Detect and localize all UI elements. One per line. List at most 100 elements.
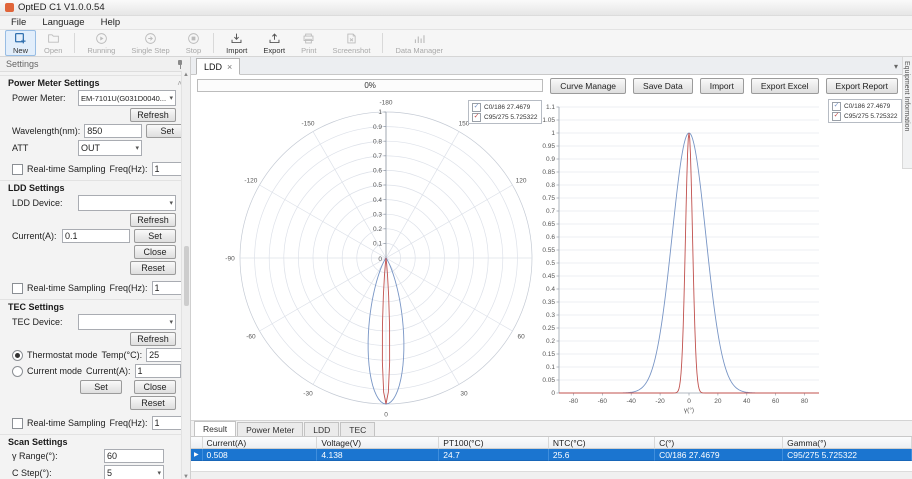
- toolbar-data-manager-button[interactable]: Data Manager: [387, 30, 451, 56]
- svg-text:0.5: 0.5: [546, 260, 555, 267]
- equipment-info-tab[interactable]: Equipment Information: [902, 57, 912, 169]
- ldd-realtime-checkbox[interactable]: [12, 283, 23, 294]
- scrollbar-thumb[interactable]: [184, 246, 189, 306]
- legend-checkbox[interactable]: ✓: [832, 102, 841, 111]
- tec-device-select[interactable]: ▾: [78, 314, 176, 330]
- scan-group-header[interactable]: Scan Settings: [0, 434, 190, 448]
- thermostat-mode-radio[interactable]: [12, 350, 23, 361]
- progress-bar: 0%: [197, 79, 543, 92]
- svg-text:-180: -180: [379, 99, 392, 106]
- toolbar-button-label: Screenshot: [333, 46, 371, 55]
- toolbar-separator: [74, 33, 75, 53]
- export-report-button[interactable]: Export Report: [826, 78, 898, 94]
- current-mode-radio[interactable]: [12, 366, 23, 377]
- tec-close-button[interactable]: Close: [134, 380, 176, 394]
- screenshot-icon: [345, 32, 358, 46]
- tec-realtime-checkbox[interactable]: [12, 418, 23, 429]
- toolbar-export-button[interactable]: Export: [255, 30, 293, 56]
- legend-checkbox[interactable]: ✓: [472, 103, 481, 112]
- legend-checkbox[interactable]: ✓: [472, 113, 481, 122]
- svg-text:-150: -150: [301, 120, 314, 127]
- wavelength-input[interactable]: [84, 124, 142, 138]
- svg-text:0.6: 0.6: [546, 234, 555, 241]
- scan-cstep-label: C Step(°):: [12, 468, 52, 478]
- result-tab-power-meter[interactable]: Power Meter: [237, 422, 303, 436]
- svg-text:0.7: 0.7: [373, 153, 382, 160]
- power-meter-select[interactable]: EM-7101U(G031D0040... ▾: [78, 90, 176, 106]
- chevron-down-icon: ▾: [157, 469, 161, 477]
- ldd-refresh-button[interactable]: Refresh: [130, 213, 176, 227]
- power-meter-refresh-button[interactable]: Refresh: [130, 108, 176, 122]
- toolbar-new-button[interactable]: New: [5, 30, 36, 56]
- column-header[interactable]: Gamma(°): [783, 437, 912, 449]
- svg-text:0.05: 0.05: [542, 377, 555, 384]
- tec-group-header[interactable]: TEC Settings: [0, 299, 190, 313]
- legend-checkbox[interactable]: ✓: [832, 112, 841, 121]
- result-tab-result[interactable]: Result: [194, 421, 236, 436]
- line-chart-legend: ✓C0/186 27.4679✓C95/275 5.725322: [828, 99, 902, 123]
- scan-cstep-select[interactable]: 5 ▾: [104, 465, 164, 479]
- menu-file[interactable]: File: [3, 17, 34, 28]
- tec-refresh-button[interactable]: Refresh: [130, 332, 176, 346]
- settings-panel-title: Settings: [6, 59, 39, 69]
- svg-text:0.95: 0.95: [542, 143, 555, 150]
- export-excel-button[interactable]: Export Excel: [751, 78, 819, 94]
- scroll-up-icon[interactable]: ▲: [183, 72, 189, 78]
- column-header[interactable]: C(°): [655, 437, 783, 449]
- tec-current-input[interactable]: [135, 364, 181, 378]
- save-data-button[interactable]: Save Data: [633, 78, 693, 94]
- scroll-down-icon[interactable]: ▼: [183, 474, 189, 479]
- toolbar-running-button[interactable]: Running: [79, 30, 123, 56]
- svg-text:-30: -30: [303, 390, 313, 397]
- table-row[interactable]: ▶0.5084.13824.725.6C0/186 27.4679C95/275…: [191, 449, 912, 461]
- pin-icon[interactable]: [176, 59, 184, 69]
- tec-set-button[interactable]: Set: [80, 380, 122, 394]
- toolbar-single-step-button[interactable]: Single Step: [123, 30, 177, 56]
- svg-text:0.55: 0.55: [542, 247, 555, 254]
- att-select[interactable]: OUT ▾: [78, 140, 142, 156]
- tab-list-chevron-icon[interactable]: ▾: [894, 62, 898, 71]
- svg-text:0: 0: [687, 398, 691, 405]
- svg-text:0.25: 0.25: [542, 325, 555, 332]
- ldd-close-button[interactable]: Close: [134, 245, 176, 259]
- result-tab-tec[interactable]: TEC: [340, 422, 375, 436]
- column-header[interactable]: Current(A): [203, 437, 318, 449]
- toolbar-import-button[interactable]: Import: [218, 30, 255, 56]
- legend-label: C95/275 5.725322: [484, 114, 538, 121]
- svg-text:1: 1: [551, 130, 555, 137]
- svg-text:1: 1: [378, 109, 382, 116]
- sidebar-scrollbar[interactable]: ▲ ▼: [181, 71, 190, 479]
- ldd-set-button[interactable]: Set: [134, 229, 176, 243]
- table-cell: C0/186 27.4679: [655, 449, 783, 461]
- toolbar-print-button[interactable]: Print: [293, 30, 324, 56]
- scan-range-input[interactable]: [104, 449, 164, 463]
- ldd-device-select[interactable]: ▾: [78, 195, 176, 211]
- ldd-group-header[interactable]: LDD Settings: [0, 180, 190, 194]
- current-mode-label: Current mode: [27, 366, 82, 376]
- close-icon[interactable]: ×: [227, 62, 232, 72]
- result-table: Current(A)Voltage(V)PT100(°C)NTC(°C)C(°)…: [191, 436, 912, 461]
- curve-manage-button[interactable]: Curve Manage: [550, 78, 626, 94]
- svg-text:0.5: 0.5: [373, 182, 382, 189]
- pm-realtime-checkbox[interactable]: [12, 164, 23, 175]
- svg-text:0: 0: [378, 256, 382, 263]
- column-header[interactable]: Voltage(V): [317, 437, 439, 449]
- toolbar-stop-button[interactable]: Stop: [178, 30, 209, 56]
- menu-language[interactable]: Language: [34, 17, 92, 28]
- result-tab-ldd[interactable]: LDD: [304, 422, 339, 436]
- result-tab-bar: ResultPower MeterLDDTEC: [191, 420, 912, 436]
- tec-reset-button[interactable]: Reset: [130, 396, 176, 410]
- column-header[interactable]: PT100(°C): [439, 437, 549, 449]
- toolbar-screenshot-button[interactable]: Screenshot: [325, 30, 379, 56]
- tab-ldd[interactable]: LDD ×: [196, 58, 240, 75]
- ldd-current-input[interactable]: [62, 229, 130, 243]
- app-window: OptED C1 V1.0.0.54 FileLanguageHelp NewO…: [0, 0, 912, 479]
- menu-help[interactable]: Help: [93, 17, 129, 28]
- window-title: OptED C1 V1.0.0.54: [18, 2, 105, 13]
- import-button[interactable]: Import: [700, 78, 744, 94]
- ldd-reset-button[interactable]: Reset: [130, 261, 176, 275]
- power-meter-group-header[interactable]: Power Meter Settings ˄: [0, 75, 190, 89]
- toolbar-open-button[interactable]: Open: [36, 30, 70, 56]
- column-header[interactable]: NTC(°C): [549, 437, 655, 449]
- data-manager-icon: [413, 32, 426, 46]
